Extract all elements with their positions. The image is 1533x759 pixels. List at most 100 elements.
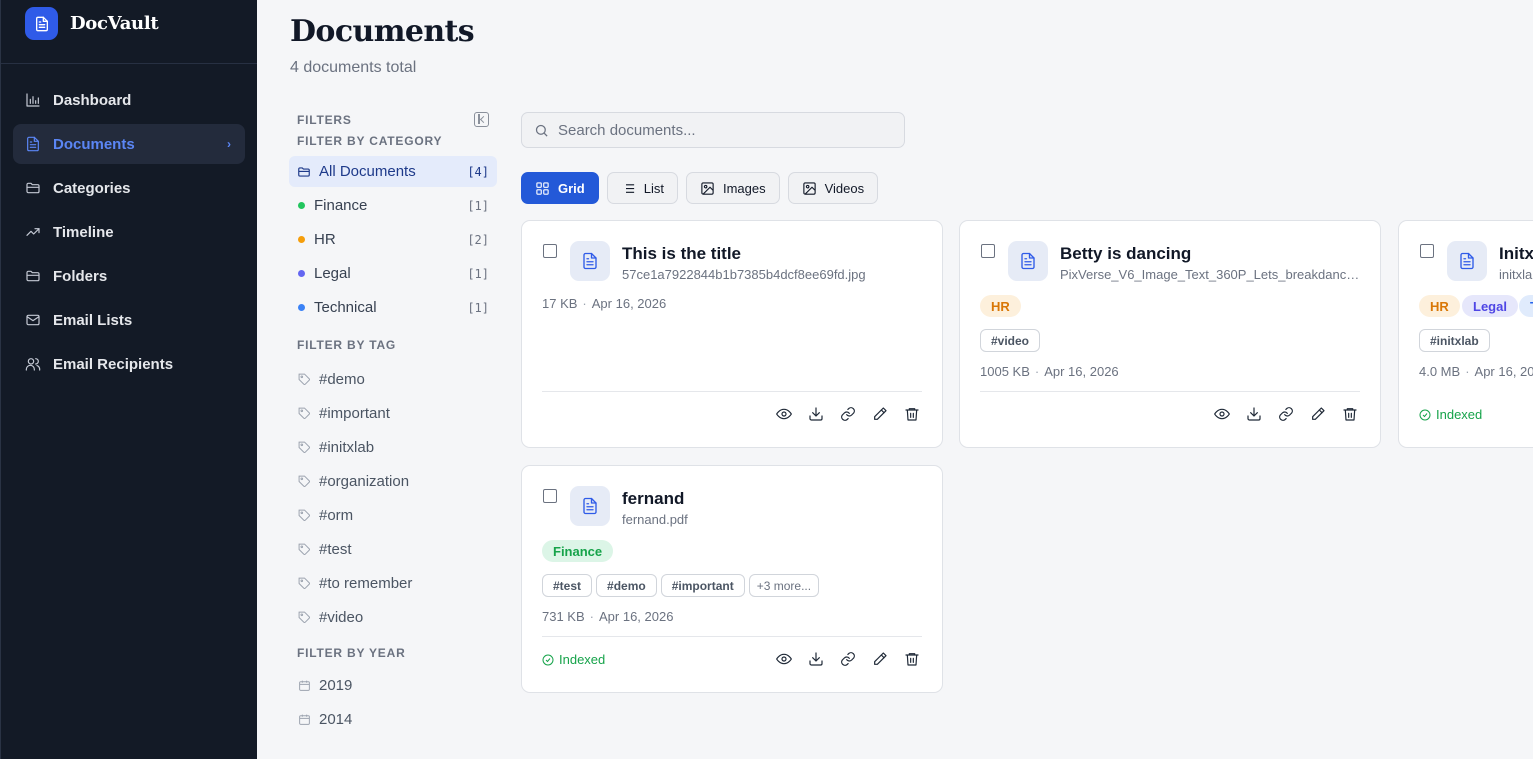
document-filename: PixVerse_V6_Image_Text_360P_Lets_breakda… <box>1060 267 1362 282</box>
tag-filter-item[interactable]: #to remember <box>289 566 497 600</box>
document-title[interactable]: Betty is dancing <box>1060 244 1191 264</box>
search-input[interactable] <box>558 121 878 139</box>
document-meta: 731 KB · Apr 16, 2026 <box>542 609 674 624</box>
tag-chips: #test #demo #important +3 more... <box>542 574 820 597</box>
view-label: Images <box>722 180 766 196</box>
page-title: Documents <box>290 14 475 49</box>
tag-filter-item[interactable]: #initxlab <box>289 430 497 464</box>
document-card[interactable]: Betty is dancing PixVerse_V6_Image_Text_… <box>959 220 1381 448</box>
category-badge: Legal <box>1462 295 1518 317</box>
document-card[interactable]: fernand fernand.pdf Finance #test #demo … <box>521 465 943 693</box>
year-filter-item[interactable]: 2019 <box>289 668 497 702</box>
download-icon[interactable] <box>806 404 826 424</box>
tag-filter-label: #organization <box>319 472 410 490</box>
edit-icon[interactable] <box>870 649 890 669</box>
category-technical[interactable]: Technical [1] <box>289 292 497 323</box>
edit-icon[interactable] <box>870 404 890 424</box>
sidebar-item-timeline[interactable]: Timeline <box>13 212 245 252</box>
sidebar-nav: Dashboard Documents › Categories Timelin… <box>1 64 257 404</box>
category-legal[interactable]: Legal [1] <box>289 258 497 289</box>
download-icon[interactable] <box>1244 404 1264 424</box>
sidebar-item-dashboard[interactable]: Dashboard <box>13 80 245 120</box>
document-date: Apr 16, 2026 <box>1044 364 1119 379</box>
view-grid-button[interactable]: Grid <box>521 172 599 204</box>
link-icon[interactable] <box>1276 404 1296 424</box>
tag-icon <box>298 475 310 487</box>
category-label: Finance <box>314 197 368 214</box>
select-checkbox[interactable] <box>543 489 557 503</box>
tag-chip[interactable]: #test <box>542 574 593 597</box>
brand[interactable]: DocVault <box>1 0 257 64</box>
view-images-button[interactable]: Images <box>685 172 780 204</box>
category-label: All Documents <box>319 163 416 180</box>
tag-filter-item[interactable]: #demo <box>289 362 497 396</box>
view-icon[interactable] <box>774 649 794 669</box>
select-checkbox[interactable] <box>1420 244 1434 258</box>
document-card[interactable]: This is the title 57ce1a7922844b1b7385b4… <box>521 220 943 448</box>
delete-icon[interactable] <box>1340 404 1360 424</box>
sidebar-item-folders[interactable]: Folders <box>13 256 245 296</box>
select-checkbox[interactable] <box>981 244 995 258</box>
document-meta: 1005 KB · Apr 16, 2026 <box>980 364 1119 379</box>
sidebar-item-documents[interactable]: Documents › <box>13 124 245 164</box>
view-icon[interactable] <box>1212 404 1232 424</box>
tag-filter-item[interactable]: #organization <box>289 464 497 498</box>
download-icon[interactable] <box>806 649 826 669</box>
tag-icon <box>298 611 310 623</box>
tag-filter-item[interactable]: #test <box>289 532 497 566</box>
sidebar-item-email-lists[interactable]: Email Lists <box>13 300 245 340</box>
search-icon <box>535 124 548 137</box>
more-tags-button[interactable]: +3 more... <box>748 574 820 597</box>
category-badge: HR <box>1419 295 1460 317</box>
year-filter-item[interactable]: 2014 <box>289 702 497 736</box>
category-dot <box>298 304 305 311</box>
collapse-panel-icon[interactable] <box>474 112 489 127</box>
tag-filter-label: #orm <box>319 506 354 524</box>
document-filename: fernand.pdf <box>622 512 688 527</box>
view-videos-button[interactable]: Videos <box>787 172 879 204</box>
document-icon <box>1008 241 1048 281</box>
tag-chip[interactable]: #video <box>980 329 1041 352</box>
tag-chip[interactable]: #important <box>660 574 745 597</box>
delete-icon[interactable] <box>902 404 922 424</box>
document-title[interactable]: This is the title <box>622 244 741 264</box>
document-title[interactable]: Initxl <box>1499 244 1533 264</box>
sidebar-item-categories[interactable]: Categories <box>13 168 245 208</box>
tag-chips: #initxlab <box>1419 329 1490 352</box>
check-circle-icon <box>1419 409 1431 420</box>
category-finance[interactable]: Finance [1] <box>289 190 497 221</box>
users-icon <box>25 358 41 371</box>
tag-icon <box>298 373 310 385</box>
tag-chip[interactable]: #demo <box>596 574 657 597</box>
tag-filter-item[interactable]: #video <box>289 600 497 634</box>
category-label: HR <box>314 231 336 248</box>
category-count: [2] <box>467 232 489 247</box>
tag-chip[interactable]: #initxlab <box>1419 329 1490 352</box>
tag-filter-label: #important <box>319 404 390 422</box>
category-badge: HR <box>980 295 1021 317</box>
document-title[interactable]: fernand <box>622 489 684 509</box>
tag-filter-item[interactable]: #orm <box>289 498 497 532</box>
tag-filter-label: #to remember <box>319 574 413 592</box>
edit-icon[interactable] <box>1308 404 1328 424</box>
image-icon <box>701 181 714 195</box>
delete-icon[interactable] <box>902 649 922 669</box>
tag-filter-item[interactable]: #important <box>289 396 497 430</box>
document-size: 4.0 MB <box>1419 364 1461 379</box>
view-list-button[interactable]: List <box>606 172 678 204</box>
document-date: Apr 16, 2026 <box>1474 364 1533 379</box>
link-icon[interactable] <box>838 404 858 424</box>
view-label: List <box>643 180 664 196</box>
view-icon[interactable] <box>774 404 794 424</box>
category-dot <box>298 202 305 209</box>
category-all-documents[interactable]: All Documents [4] <box>289 156 497 187</box>
status-label: Indexed <box>1436 407 1483 422</box>
sidebar-item-email-recipients[interactable]: Email Recipients <box>13 344 245 384</box>
filters-title: FILTERS <box>297 113 352 127</box>
filter-category-heading: FILTER BY CATEGORY <box>297 134 443 148</box>
link-icon[interactable] <box>838 649 858 669</box>
select-checkbox[interactable] <box>543 244 557 258</box>
category-hr[interactable]: HR [2] <box>289 224 497 255</box>
category-label: Technical <box>314 299 377 316</box>
document-card[interactable]: Initxl initxlab HR Legal T #initxlab 4.0… <box>1398 220 1533 448</box>
